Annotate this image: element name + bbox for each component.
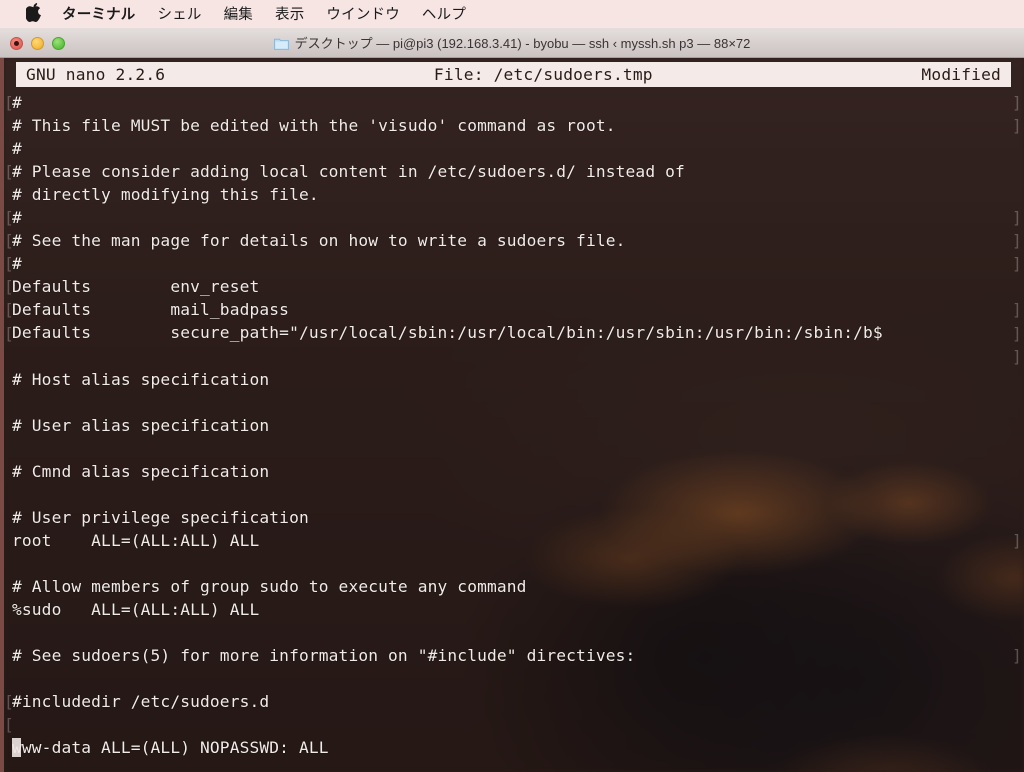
window-controls (10, 28, 65, 59)
edge-artifact-left: [ (4, 300, 14, 320)
nano-line: # (12, 254, 22, 274)
nano-line: Defaults secure_path="/usr/local/sbin:/u… (12, 323, 883, 343)
edge-artifact-right: ] (1012, 530, 1022, 550)
close-button[interactable] (10, 37, 23, 50)
edge-artifact-left: [ (4, 277, 14, 297)
nano-line: www-data ALL=(ALL) NOPASSWD: ALL (12, 738, 329, 758)
nano-version-label: GNU nano 2.2.6 (26, 64, 166, 84)
nano-line (12, 483, 1022, 506)
nano-line: # Allow members of group sudo to execute… (12, 576, 527, 596)
nano-status-header: GNU nano 2.2.6 File: /etc/sudoers.tmp Mo… (16, 62, 1011, 87)
nano-line (12, 391, 1022, 414)
nano-line (12, 345, 1022, 368)
edge-artifact-left: [ (4, 715, 14, 735)
edge-artifact-left: [ (4, 692, 14, 712)
apple-logo-icon[interactable] (26, 3, 42, 22)
edge-artifact-left: [ (4, 323, 14, 343)
menu-item-edit[interactable]: 編集 (224, 3, 253, 24)
nano-line: # This file MUST be edited with the 'vis… (12, 116, 616, 136)
edge-artifact-right: ] (1012, 346, 1022, 366)
nano-line: # Host alias specification (12, 369, 270, 389)
nano-text-buffer[interactable]: # # This file MUST be edited with the 'vi… (12, 91, 1022, 759)
nano-line (12, 621, 1022, 644)
edge-artifact-left: [ (4, 254, 14, 274)
edge-artifact-right: ] (1012, 93, 1022, 112)
nano-line: # User alias specification (12, 415, 270, 435)
nano-line: # (12, 139, 22, 159)
edge-artifact-right: ] (1012, 254, 1022, 274)
nano-line: # Cmnd alias specification (12, 461, 270, 481)
screen-root: ターミナル シェル 編集 表示 ウインドウ ヘルプ デスクトップ — pi@pi… (0, 0, 1024, 772)
nano-file-label: File: /etc/sudoers.tmp (433, 64, 653, 84)
edge-artifact-left: [ (4, 93, 14, 112)
menu-item-window[interactable]: ウインドウ (326, 3, 400, 24)
folder-icon (273, 37, 289, 50)
nano-modified-badge: Modified (921, 64, 1001, 84)
nano-line: #includedir /etc/sudoers.d (12, 692, 270, 712)
edge-artifact-right: ] (1012, 208, 1022, 228)
edge-artifact-right: ] (1012, 323, 1022, 343)
window-title-text: デスクトップ — pi@pi3 (192.168.3.41) - byobu —… (294, 36, 751, 51)
edge-artifact-left: [ (4, 208, 14, 228)
window-title: デスクトップ — pi@pi3 (192.168.3.41) - byobu —… (0, 33, 1024, 52)
macos-menubar: ターミナル シェル 編集 表示 ウインドウ ヘルプ (0, 0, 1024, 27)
edge-artifact-right: ] (1012, 231, 1022, 251)
terminal-window: デスクトップ — pi@pi3 (192.168.3.41) - byobu —… (0, 27, 1024, 772)
edge-artifact-right: ] (1012, 646, 1022, 666)
nano-line (12, 713, 1022, 736)
edge-artifact-left: [ (4, 162, 14, 182)
menu-item-terminal[interactable]: ターミナル (62, 3, 136, 24)
nano-line: # See sudoers(5) for more information on… (12, 646, 636, 666)
nano-line: %sudo ALL=(ALL:ALL) ALL (12, 600, 260, 620)
nano-line: Defaults mail_badpass (12, 300, 290, 320)
window-titlebar[interactable]: デスクトップ — pi@pi3 (192.168.3.41) - byobu —… (0, 27, 1024, 58)
edge-artifact-right: ] (1012, 300, 1022, 320)
nano-line: root ALL=(ALL:ALL) ALL (12, 530, 260, 550)
menu-item-shell[interactable]: シェル (158, 3, 202, 24)
nano-line: # (12, 93, 22, 112)
nano-line: # directly modifying this file. (12, 185, 319, 205)
nano-line: # User privilege specification (12, 507, 309, 527)
edge-artifact-right: ] (1012, 116, 1022, 136)
nano-line (12, 667, 1022, 690)
terminal-surface[interactable]: GNU nano 2.2.6 File: /etc/sudoers.tmp Mo… (0, 58, 1024, 772)
nano-line: # Please consider adding local content i… (12, 162, 685, 182)
minimize-button[interactable] (31, 37, 44, 50)
text-cursor (12, 738, 21, 758)
menu-item-help[interactable]: ヘルプ (422, 3, 466, 24)
nano-line (12, 437, 1022, 460)
zoom-button[interactable] (52, 37, 65, 50)
nano-line: # See the man page for details on how to… (12, 231, 626, 251)
nano-line: # (12, 208, 22, 228)
nano-line (12, 552, 1022, 575)
menu-item-view[interactable]: 表示 (275, 3, 304, 24)
nano-line: Defaults env_reset (12, 277, 260, 297)
terminal-content: GNU nano 2.2.6 File: /etc/sudoers.tmp Mo… (4, 58, 1024, 772)
edge-artifact-left: [ (4, 231, 14, 251)
